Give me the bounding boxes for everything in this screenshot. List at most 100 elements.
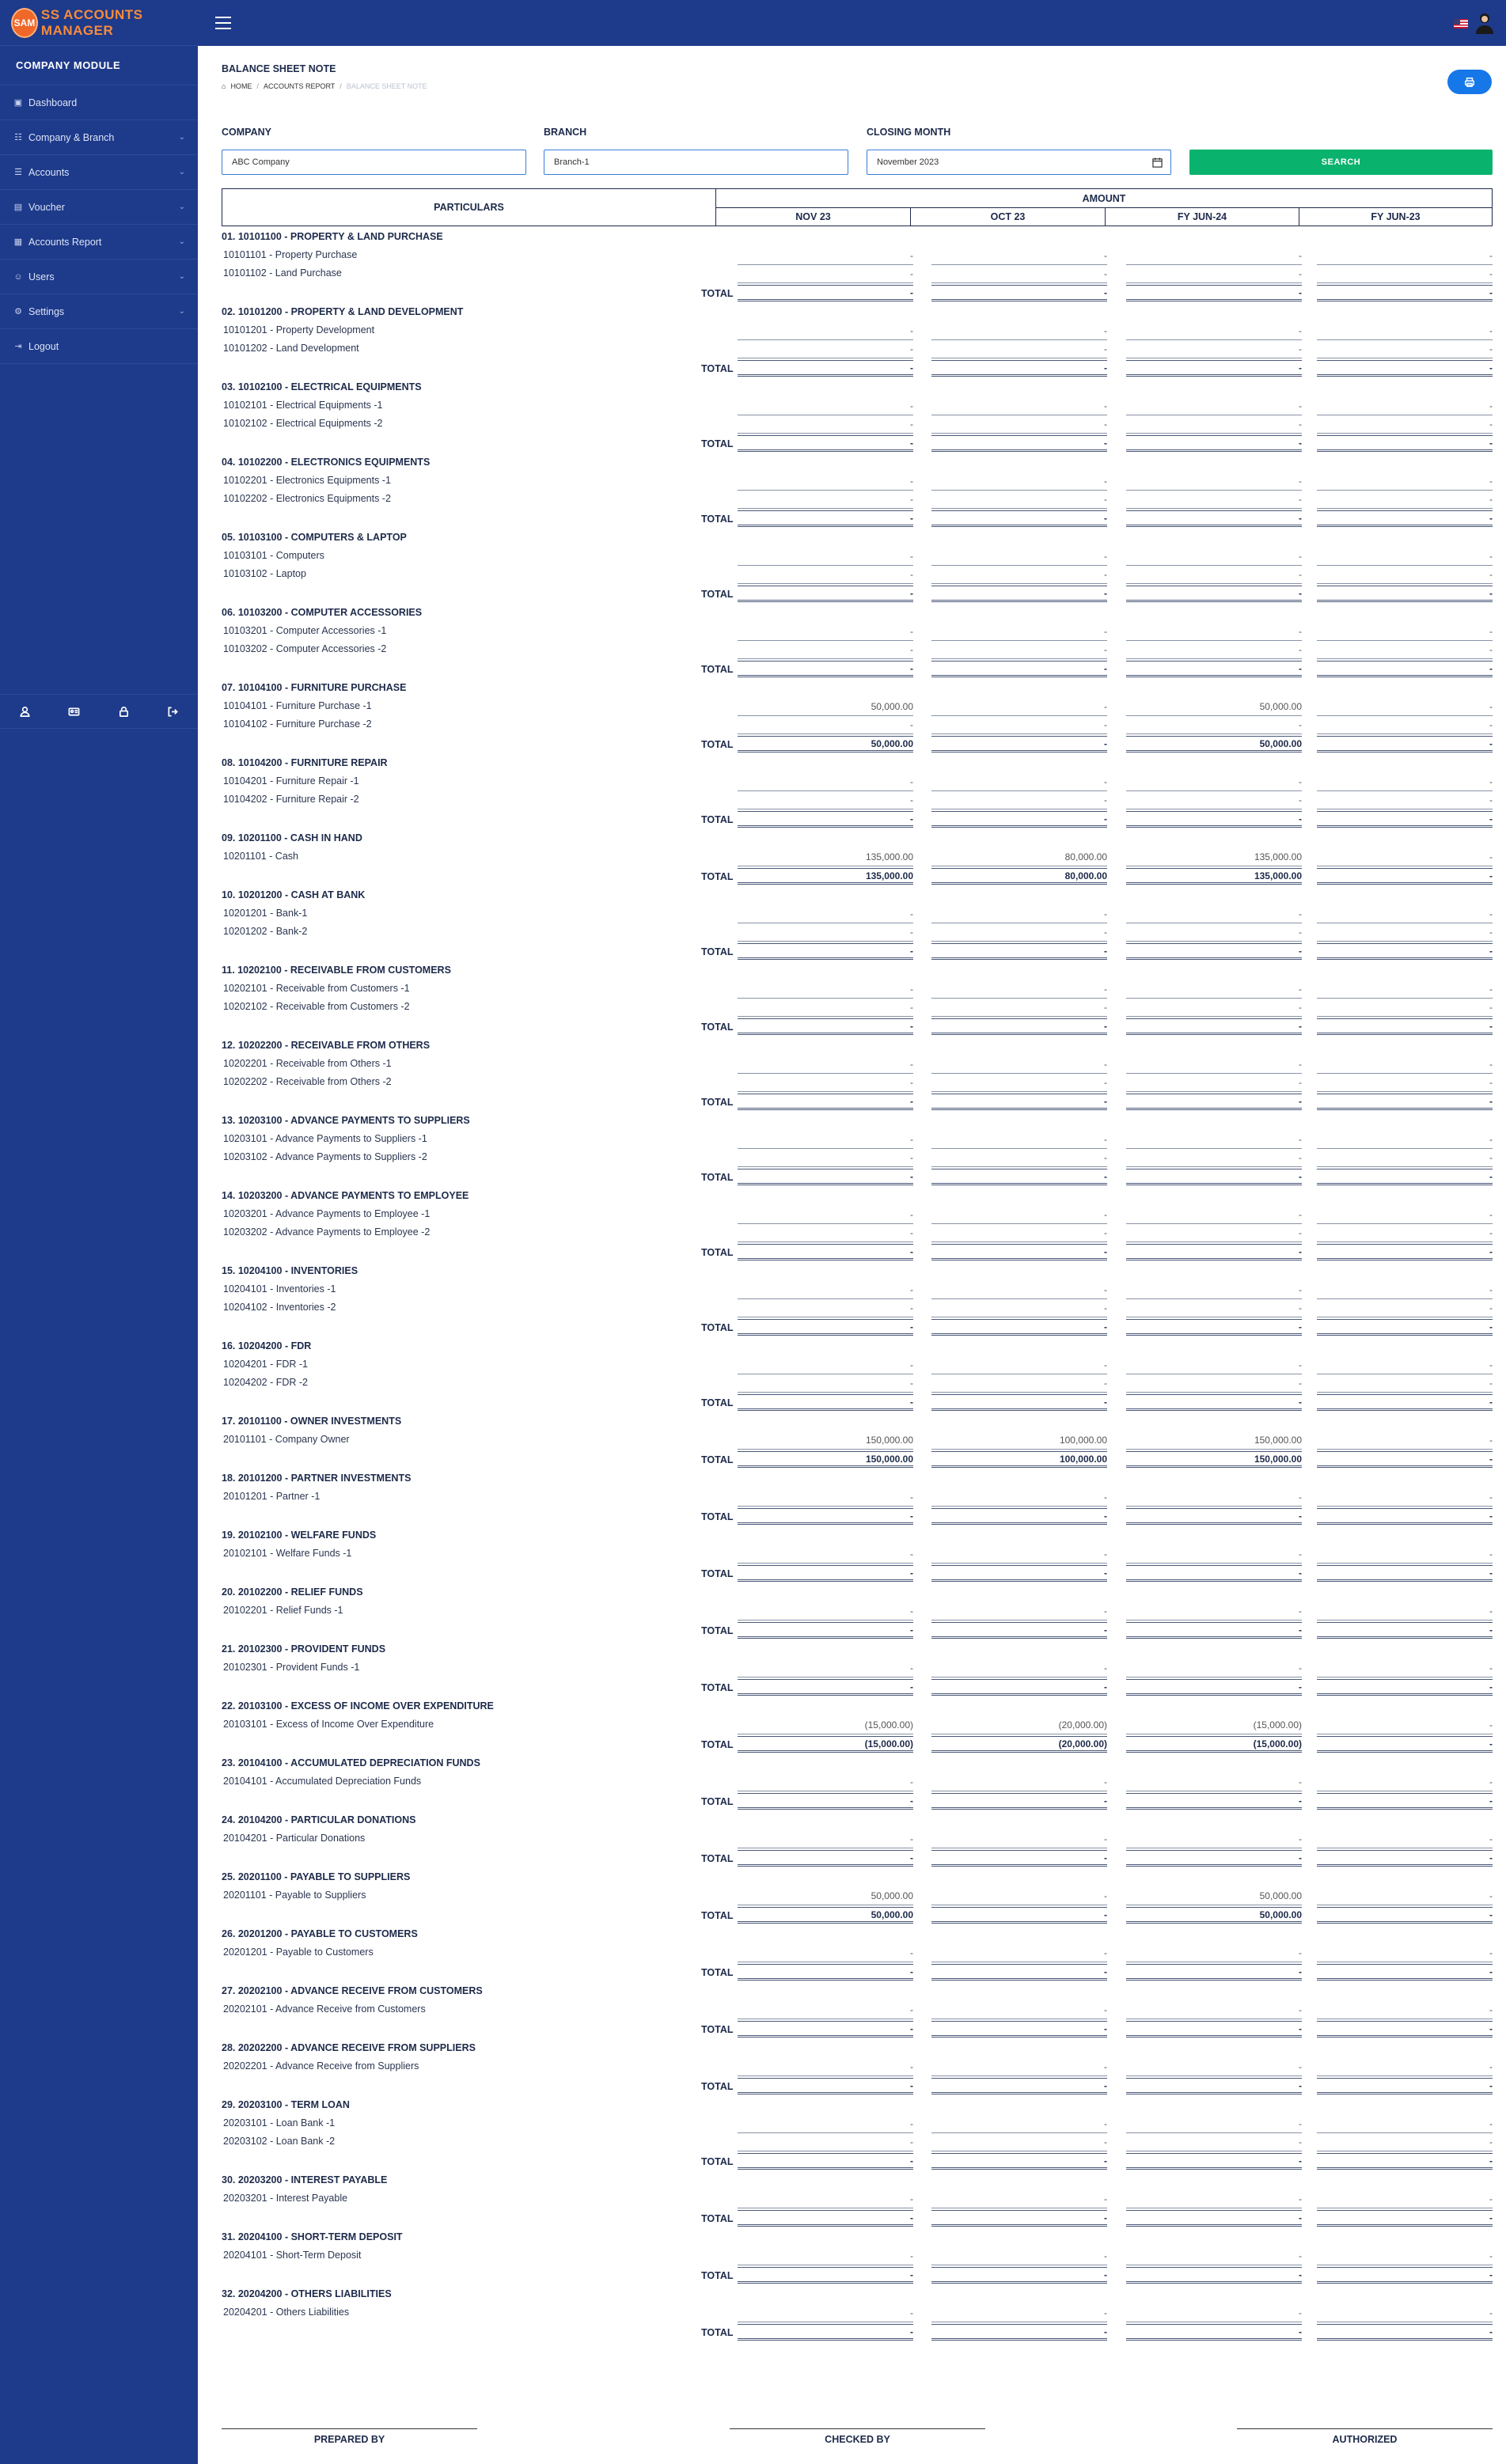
total-label: TOTAL	[701, 1397, 734, 1408]
home-icon[interactable]: ⌂	[222, 82, 226, 90]
amount-cell: -	[738, 1773, 913, 1791]
sidebar-item-logout[interactable]: ⇥ Logout	[0, 329, 198, 364]
amount-cell: -	[1126, 773, 1302, 791]
table-row: 20201101 - Payable to Suppliers 50,000.00…	[222, 1887, 1493, 1905]
total-label: TOTAL	[701, 2081, 734, 2092]
amount-cell: -	[1317, 1224, 1493, 1242]
total-cell: -	[1317, 1850, 1493, 1867]
chevron-down-icon: ⌄	[178, 133, 185, 142]
report-sections: 01. 10101100 - PROPERTY & LAND PURCHASE 1…	[222, 231, 1493, 2345]
brand[interactable]: SAM SS ACCOUNTS MANAGER	[0, 0, 198, 46]
chevron-down-icon: ⌄	[178, 272, 185, 281]
amount-cell: -	[931, 1944, 1107, 1962]
module-title: COMPANY MODULE	[0, 46, 198, 85]
total-cell: -	[738, 510, 913, 527]
amount-cell: -	[931, 1131, 1107, 1149]
amount-cell: -	[931, 397, 1107, 415]
section-heading: 12. 10202200 - RECEIVABLE FROM OTHERS	[222, 1040, 431, 1051]
user-icon[interactable]	[0, 695, 50, 728]
amount-cell: -	[1126, 1545, 1302, 1564]
account-name: 10103101 - Computers	[223, 550, 324, 561]
amount-cell: -	[1126, 1149, 1302, 1167]
table-row: 20102201 - Relief Funds -1- - - -	[222, 1602, 1493, 1621]
amount-cell: -	[1317, 247, 1493, 265]
account-name: 20203101 - Loan Bank -1	[223, 2117, 336, 2129]
amount-cell: -	[1126, 1356, 1302, 1374]
total-cell: -	[931, 1679, 1107, 1696]
total-cell: -	[738, 1394, 913, 1411]
amount-cell: -	[1126, 999, 1302, 1017]
sidebar-item-settings[interactable]: ⚙ Settings ⌄	[0, 294, 198, 329]
amount-cell: -	[738, 716, 913, 734]
amount-cell: -	[1317, 1131, 1493, 1149]
amount-cell: -	[1126, 716, 1302, 734]
amount-cell: -	[931, 623, 1107, 641]
total-cell: -	[1126, 1964, 1302, 1981]
sidebar-footer	[0, 694, 198, 729]
table-row: 10201201 - Bank-1- - - -	[222, 905, 1493, 923]
particulars-header: PARTICULARS	[222, 188, 716, 226]
amount-header: AMOUNT	[715, 188, 1493, 208]
account-name: 20104201 - Particular Donations	[223, 1833, 366, 1844]
table-row: 10103202 - Computer Accessories -2- - - -	[222, 641, 1493, 659]
amount-cell: -	[931, 641, 1107, 659]
account-name: 20101101 - Company Owner	[223, 1434, 350, 1445]
total-cell: -	[1126, 360, 1302, 377]
total-cell: -	[931, 586, 1107, 602]
total-label: TOTAL	[701, 2213, 734, 2224]
amount-cell: -	[1317, 1716, 1493, 1734]
sidebar-item-dashboard[interactable]: ▣ Dashboard	[0, 85, 198, 120]
total-label: TOTAL	[701, 1097, 734, 1108]
breadcrumb-home[interactable]: HOME	[230, 82, 252, 90]
amount-cell: -	[931, 1374, 1107, 1393]
amount-cell: -	[931, 1887, 1107, 1905]
total-label: TOTAL	[701, 1454, 734, 1465]
account-name: 20204101 - Short-Term Deposit	[223, 2250, 362, 2261]
amount-cell: -	[1317, 1206, 1493, 1224]
user-avatar-icon[interactable]	[1474, 12, 1495, 34]
calendar-icon[interactable]	[1152, 157, 1163, 168]
total-cell: -	[738, 1319, 913, 1336]
total-label: TOTAL	[701, 1853, 734, 1864]
amount-cell: -	[738, 2247, 913, 2265]
amount-cell: 50,000.00	[738, 698, 913, 716]
us-flag-icon[interactable]	[1454, 19, 1468, 28]
amount-cell: -	[1126, 415, 1302, 434]
amount-cell: -	[1126, 923, 1302, 942]
sidebar-item-company-branch[interactable]: ☷ Company & Branch ⌄	[0, 120, 198, 155]
account-name: 10101201 - Property Development	[223, 324, 375, 335]
company-select[interactable]: ABC Company	[222, 150, 526, 175]
hamburger-icon[interactable]	[215, 17, 231, 29]
amount-cell: -	[738, 1545, 913, 1564]
total-cell: -	[1126, 1565, 1302, 1582]
amount-cell: -	[738, 472, 913, 491]
lock-icon[interactable]	[99, 695, 149, 728]
total-label: TOTAL	[701, 664, 734, 675]
total-cell: -	[1317, 2267, 1493, 2284]
table-row: 10201101 - Cash 135,000.00 80,000.00 135,00…	[222, 848, 1493, 866]
sign-out-icon[interactable]	[149, 695, 199, 728]
amount-cell: -	[1126, 1131, 1302, 1149]
sidebar-item-accounts-report[interactable]: ▦ Accounts Report ⌄	[0, 225, 198, 260]
amount-cell: -	[738, 1281, 913, 1299]
total-cell: -	[1317, 1169, 1493, 1185]
total-cell: -	[1126, 2153, 1302, 2170]
sidebar-item-users[interactable]: ☺ Users ⌄	[0, 260, 198, 294]
id-card-icon[interactable]	[50, 695, 100, 728]
closing-month-input[interactable]: November 2023	[867, 150, 1171, 175]
breadcrumb-accounts-report[interactable]: ACCOUNTS REPORT	[264, 82, 335, 90]
print-button[interactable]	[1447, 70, 1492, 94]
sidebar-item-accounts[interactable]: ☰ Accounts ⌄	[0, 155, 198, 190]
branch-select[interactable]: Branch-1	[544, 150, 848, 175]
brand-logo: SAM	[11, 7, 38, 38]
amount-cell: -	[931, 2247, 1107, 2265]
total-cell: -	[931, 1907, 1107, 1924]
sidebar-item-voucher[interactable]: ▤ Voucher ⌄	[0, 190, 198, 225]
total-cell: -	[1317, 1394, 1493, 1411]
column-header-oct-23: OCT 23	[910, 207, 1106, 226]
total-cell: -	[931, 2210, 1107, 2227]
amount-cell: -	[931, 1281, 1107, 1299]
amount-cell: -	[738, 791, 913, 809]
amount-cell: -	[738, 1356, 913, 1374]
search-button[interactable]: SEARCH	[1189, 150, 1493, 175]
